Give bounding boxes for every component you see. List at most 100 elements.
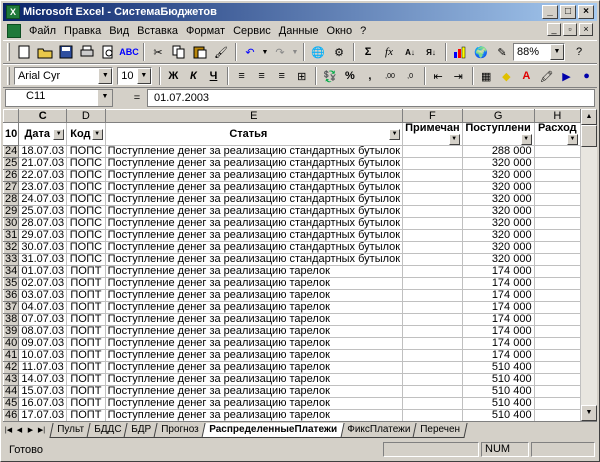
income-cell[interactable]: 320 000 bbox=[461, 217, 535, 230]
menu-file[interactable]: Файл bbox=[25, 25, 60, 37]
article-cell[interactable]: Поступление денег за реализацию стандарт… bbox=[104, 253, 404, 266]
underline-icon[interactable]: Ч bbox=[204, 66, 223, 86]
prev-sheet-icon[interactable]: ◀ bbox=[14, 424, 25, 438]
row-header[interactable]: 44 bbox=[3, 385, 20, 398]
row-header[interactable]: 30 bbox=[3, 217, 20, 230]
code-cell[interactable]: ПОПТ bbox=[66, 289, 106, 302]
code-cell[interactable]: ПОПТ bbox=[66, 337, 106, 350]
excel-app-icon[interactable]: X bbox=[6, 5, 20, 19]
date-cell[interactable]: 08.07.03 bbox=[18, 325, 68, 338]
row-header[interactable]: 37 bbox=[3, 301, 20, 314]
expense-cell[interactable] bbox=[533, 241, 581, 254]
date-cell[interactable]: 18.07.03 bbox=[18, 145, 68, 158]
filter-dropdown-icon[interactable]: ▼ bbox=[567, 134, 578, 145]
save-icon[interactable] bbox=[56, 42, 76, 62]
date-cell[interactable]: 17.07.03 bbox=[18, 409, 68, 421]
note-cell[interactable] bbox=[402, 301, 463, 314]
chevron-down-icon[interactable]: ▼ bbox=[550, 44, 564, 60]
column-header[interactable]: C bbox=[18, 109, 68, 123]
row-header[interactable]: 39 bbox=[3, 325, 20, 338]
note-cell[interactable] bbox=[402, 241, 463, 254]
row-header[interactable]: 10 bbox=[3, 122, 20, 146]
note-cell[interactable] bbox=[402, 373, 463, 386]
decrease-decimal-icon[interactable]: ,0 bbox=[401, 66, 420, 86]
date-cell[interactable]: 11.07.03 bbox=[18, 361, 68, 374]
expense-cell[interactable] bbox=[533, 169, 581, 182]
code-cell[interactable]: ПОПТ bbox=[66, 301, 106, 314]
dot-icon[interactable]: ● bbox=[577, 66, 596, 86]
currency-icon[interactable]: 💱 bbox=[320, 66, 339, 86]
code-cell[interactable]: ПОПС bbox=[66, 193, 106, 206]
income-cell[interactable]: 320 000 bbox=[461, 205, 535, 218]
borders-icon[interactable]: ▦ bbox=[477, 66, 496, 86]
maximize-button[interactable]: □ bbox=[560, 5, 576, 19]
comma-style-icon[interactable]: , bbox=[360, 66, 379, 86]
code-cell[interactable]: ПОПС bbox=[66, 253, 106, 266]
note-cell[interactable] bbox=[402, 361, 463, 374]
article-cell[interactable]: Поступление денег за реализацию стандарт… bbox=[104, 169, 404, 182]
formula-equals-icon[interactable]: = bbox=[127, 92, 147, 104]
note-cell[interactable] bbox=[402, 409, 463, 421]
row-header[interactable]: 41 bbox=[3, 349, 20, 362]
date-cell[interactable]: 07.07.03 bbox=[18, 313, 68, 326]
undo-dropdown-icon[interactable]: ▼ bbox=[261, 42, 269, 62]
income-cell[interactable]: 320 000 bbox=[461, 181, 535, 194]
row-header[interactable]: 45 bbox=[3, 397, 20, 410]
row-header[interactable]: 26 bbox=[3, 169, 20, 182]
select-all-corner[interactable] bbox=[3, 109, 20, 123]
sheet-tab[interactable]: БДДС bbox=[86, 423, 129, 438]
code-cell[interactable]: ПОПТ bbox=[66, 385, 106, 398]
income-cell[interactable]: 510 400 bbox=[461, 409, 535, 421]
align-left-icon[interactable]: ≡ bbox=[232, 66, 251, 86]
date-cell[interactable]: 24.07.03 bbox=[18, 193, 68, 206]
income-cell[interactable]: 510 400 bbox=[461, 385, 535, 398]
row-header[interactable]: 33 bbox=[3, 253, 20, 266]
expense-cell[interactable] bbox=[533, 301, 581, 314]
income-cell[interactable]: 174 000 bbox=[461, 265, 535, 278]
note-cell[interactable] bbox=[402, 349, 463, 362]
cut-icon[interactable]: ✂ bbox=[148, 42, 168, 62]
row-header[interactable]: 28 bbox=[3, 193, 20, 206]
article-cell[interactable]: Поступление денег за реализацию тарелок bbox=[104, 277, 404, 290]
code-cell[interactable]: ПОПТ bbox=[66, 409, 106, 421]
note-cell[interactable] bbox=[402, 169, 463, 182]
code-cell[interactable]: ПОПС bbox=[66, 169, 106, 182]
expense-cell[interactable] bbox=[533, 193, 581, 206]
article-cell[interactable]: Поступление денег за реализацию тарелок bbox=[104, 337, 404, 350]
article-cell[interactable]: Поступление денег за реализацию тарелок bbox=[104, 325, 404, 338]
row-header[interactable]: 29 bbox=[3, 205, 20, 218]
toolbar-grip[interactable] bbox=[7, 43, 10, 61]
note-cell[interactable] bbox=[402, 289, 463, 302]
date-cell[interactable]: 09.07.03 bbox=[18, 337, 68, 350]
note-cell[interactable] bbox=[402, 313, 463, 326]
expense-cell[interactable] bbox=[533, 313, 581, 326]
expense-cell[interactable] bbox=[533, 325, 581, 338]
article-cell[interactable]: Поступление денег за реализацию стандарт… bbox=[104, 217, 404, 230]
menu-tools[interactable]: Сервис bbox=[229, 25, 275, 37]
menu-help[interactable]: ? bbox=[356, 25, 370, 37]
row-header[interactable]: 32 bbox=[3, 241, 20, 254]
menu-edit[interactable]: Правка bbox=[60, 25, 105, 37]
print-preview-icon[interactable] bbox=[98, 42, 118, 62]
code-cell[interactable]: ПОПТ bbox=[66, 325, 106, 338]
article-cell[interactable]: Поступление денег за реализацию стандарт… bbox=[104, 193, 404, 206]
income-cell[interactable]: 174 000 bbox=[461, 349, 535, 362]
income-cell[interactable]: 320 000 bbox=[461, 229, 535, 242]
expense-cell[interactable] bbox=[533, 205, 581, 218]
code-cell[interactable]: ПОПТ bbox=[66, 361, 106, 374]
note-cell[interactable] bbox=[402, 157, 463, 170]
expense-cell[interactable] bbox=[533, 181, 581, 194]
hyperlink-icon[interactable]: 🌐 bbox=[308, 42, 328, 62]
expense-cell[interactable] bbox=[533, 217, 581, 230]
toolbar-grip[interactable] bbox=[7, 67, 10, 85]
expense-cell[interactable] bbox=[533, 349, 581, 362]
note-cell[interactable] bbox=[402, 253, 463, 266]
menu-format[interactable]: Формат bbox=[182, 25, 229, 37]
close-button[interactable]: × bbox=[578, 5, 594, 19]
sort-ascending-icon[interactable]: A↓ bbox=[400, 42, 420, 62]
expense-cell[interactable] bbox=[533, 373, 581, 386]
income-cell[interactable]: 320 000 bbox=[461, 241, 535, 254]
income-cell[interactable]: 174 000 bbox=[461, 289, 535, 302]
date-cell[interactable]: 30.07.03 bbox=[18, 241, 68, 254]
fill-color-icon[interactable]: ◆ bbox=[497, 66, 516, 86]
